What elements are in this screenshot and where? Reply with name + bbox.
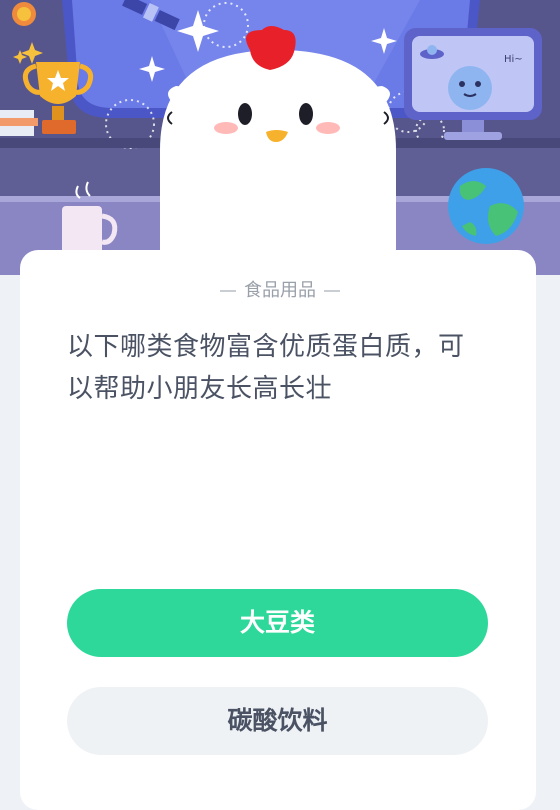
answer-option-2[interactable]: 碳酸饮料 <box>67 687 488 755</box>
globe-icon <box>448 168 524 244</box>
header-illustration: Hi~ <box>0 0 560 275</box>
category-text: 食品用品 <box>244 280 316 301</box>
answer-option-1[interactable]: 大豆类 <box>67 589 488 657</box>
divider-left <box>220 290 236 292</box>
medal-icon <box>12 2 36 26</box>
room-scene: Hi~ <box>0 0 560 275</box>
divider-right <box>324 290 340 292</box>
svg-text:Hi~: Hi~ <box>504 54 523 65</box>
books-icon <box>0 110 38 136</box>
question-text: 以下哪类食物富含优质蛋白质，可 以帮助小朋友长高长壮 <box>67 326 493 410</box>
question-line-2: 以帮助小朋友长高长壮 <box>67 374 333 404</box>
question-line-1: 以下哪类食物富含优质蛋白质，可 <box>67 332 465 362</box>
category-label: 食品用品 <box>0 276 560 302</box>
